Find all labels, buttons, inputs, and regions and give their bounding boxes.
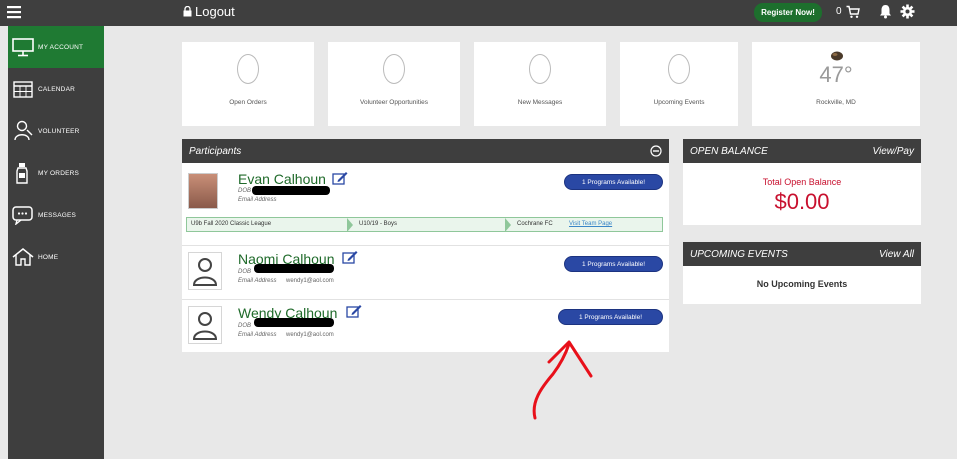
programs-available-button[interactable]: 1 Programs Available! bbox=[564, 256, 663, 272]
chevron-right-icon bbox=[505, 218, 511, 232]
participant-dob-label: DOB bbox=[238, 269, 252, 275]
calendar-icon bbox=[13, 81, 33, 98]
redaction-mark bbox=[254, 264, 334, 273]
view-pay-link[interactable]: View/Pay bbox=[872, 146, 914, 157]
count-ring bbox=[383, 54, 405, 84]
participant-name[interactable]: Evan Calhoun bbox=[238, 171, 326, 187]
sidebar-item-label: VOLUNTEER bbox=[38, 127, 80, 135]
cart-count: 0 bbox=[836, 6, 842, 17]
edit-icon[interactable] bbox=[332, 171, 348, 185]
sidebar-item-label: HOME bbox=[38, 253, 59, 261]
participant-dob-label: DOB bbox=[238, 188, 252, 194]
logout-label: Logout bbox=[195, 4, 235, 19]
upcoming-events-panel: No Upcoming Events bbox=[683, 266, 921, 304]
lock-icon bbox=[183, 6, 192, 17]
league-program: U9b Fall 2020 Classic League bbox=[191, 221, 272, 227]
sidebar-item-label: MY ORDERS bbox=[38, 169, 80, 177]
sidebar-item-label: CALENDAR bbox=[38, 85, 75, 93]
balance-amount: $0.00 bbox=[774, 189, 830, 214]
tile-upcoming-events[interactable]: Upcoming Events bbox=[620, 42, 738, 126]
sidebar-item-home[interactable]: HOME bbox=[8, 236, 104, 278]
view-all-link[interactable]: View All bbox=[879, 249, 914, 260]
visit-team-page-link[interactable]: Visit Team Page bbox=[569, 221, 612, 227]
person-icon bbox=[192, 258, 218, 286]
weather-location: Rockville, MD bbox=[816, 99, 856, 106]
league-enrollment-bar: U9b Fall 2020 Classic League U10/19 - Bo… bbox=[186, 217, 663, 232]
tile-volunteer-opportunities[interactable]: Volunteer Opportunities bbox=[328, 42, 460, 126]
open-balance-title: OPEN BALANCE bbox=[690, 145, 768, 157]
tile-label: Volunteer Opportunities bbox=[360, 99, 428, 106]
participants-header: Participants bbox=[182, 139, 669, 163]
participant-email: wendy1@aol.com bbox=[286, 278, 334, 284]
participant-email: wendy1@aol.com bbox=[286, 332, 334, 338]
bottle-icon bbox=[16, 163, 28, 184]
tile-open-orders[interactable]: Open Orders bbox=[182, 42, 314, 126]
edit-icon[interactable] bbox=[342, 250, 358, 264]
tile-label: Upcoming Events bbox=[653, 99, 705, 106]
participant-photo bbox=[188, 173, 218, 209]
participant-row: Naomi Calhoun DOB Email Address wendy1@a… bbox=[182, 247, 669, 297]
participant-email-label: Email Address bbox=[238, 197, 277, 203]
home-icon bbox=[12, 248, 34, 266]
bell-icon[interactable] bbox=[879, 4, 892, 19]
person-icon bbox=[192, 312, 218, 340]
sidebar-item-calendar[interactable]: CALENDAR bbox=[8, 68, 104, 110]
row-divider bbox=[182, 245, 669, 246]
sidebar-item-volunteer[interactable]: VOLUNTEER bbox=[8, 110, 104, 152]
league-team-level: U10/19 - Boys bbox=[359, 221, 398, 227]
logout-link[interactable]: Logout bbox=[183, 4, 235, 19]
sidebar-item-label: MESSAGES bbox=[38, 211, 77, 219]
sidebar-item-label: MY ACCOUNT bbox=[38, 43, 84, 51]
chat-icon bbox=[12, 206, 33, 225]
sidebar-item-my-account[interactable]: MY ACCOUNT bbox=[8, 26, 104, 68]
participants-title: Participants bbox=[189, 145, 242, 157]
gear-icon[interactable] bbox=[900, 4, 915, 19]
upcoming-events-header: UPCOMING EVENTS View All bbox=[683, 242, 921, 266]
annotation-arrow bbox=[532, 340, 593, 420]
collapse-icon[interactable] bbox=[650, 145, 662, 157]
league-club: Cochrane FC bbox=[517, 221, 553, 227]
sidebar-item-messages[interactable]: MESSAGES bbox=[8, 194, 104, 236]
balance-label: Total Open Balance bbox=[762, 177, 842, 187]
tile-label: New Messages bbox=[517, 99, 563, 106]
no-events-message: No Upcoming Events bbox=[756, 279, 848, 289]
redaction-mark bbox=[254, 318, 334, 327]
tile-weather: 47° Rockville, MD bbox=[752, 42, 920, 126]
cart-icon[interactable] bbox=[846, 5, 860, 19]
avatar bbox=[188, 252, 222, 290]
row-divider bbox=[182, 299, 669, 300]
volunteer-icon bbox=[14, 120, 33, 141]
count-ring bbox=[668, 54, 690, 84]
participant-dob-label: DOB bbox=[238, 323, 252, 329]
avatar bbox=[188, 306, 222, 344]
count-ring bbox=[237, 54, 259, 84]
open-balance-header: OPEN BALANCE View/Pay bbox=[683, 139, 921, 163]
weather-icon bbox=[831, 51, 843, 61]
participant-email-label: Email Address bbox=[238, 278, 277, 284]
participants-list: Evan Calhoun DOB Email Address 1 Program… bbox=[182, 163, 669, 352]
weather-temp: 47° bbox=[819, 62, 853, 87]
register-now-button[interactable]: Register Now! bbox=[754, 3, 822, 22]
open-balance-panel: Total Open Balance $0.00 bbox=[683, 163, 921, 225]
chevron-right-icon bbox=[347, 218, 353, 232]
participant-email-label: Email Address bbox=[238, 332, 277, 338]
tile-label: Open Orders bbox=[229, 99, 267, 106]
sidebar-item-my-orders[interactable]: MY ORDERS bbox=[8, 152, 104, 194]
redaction-mark bbox=[252, 186, 330, 195]
programs-available-button[interactable]: 1 Programs Available! bbox=[558, 309, 663, 325]
upcoming-events-title: UPCOMING EVENTS bbox=[690, 248, 788, 260]
top-bar: Logout Register Now! 0 bbox=[0, 0, 957, 26]
sidebar: MY ACCOUNT CALENDAR VOLUNTEER MY ORDERS bbox=[8, 26, 104, 459]
hamburger-menu-icon[interactable] bbox=[6, 4, 22, 20]
tile-new-messages[interactable]: New Messages bbox=[474, 42, 606, 126]
edit-icon[interactable] bbox=[346, 304, 362, 318]
programs-available-button[interactable]: 1 Programs Available! bbox=[564, 174, 663, 190]
count-ring bbox=[529, 54, 551, 84]
monitor-icon bbox=[12, 38, 34, 57]
